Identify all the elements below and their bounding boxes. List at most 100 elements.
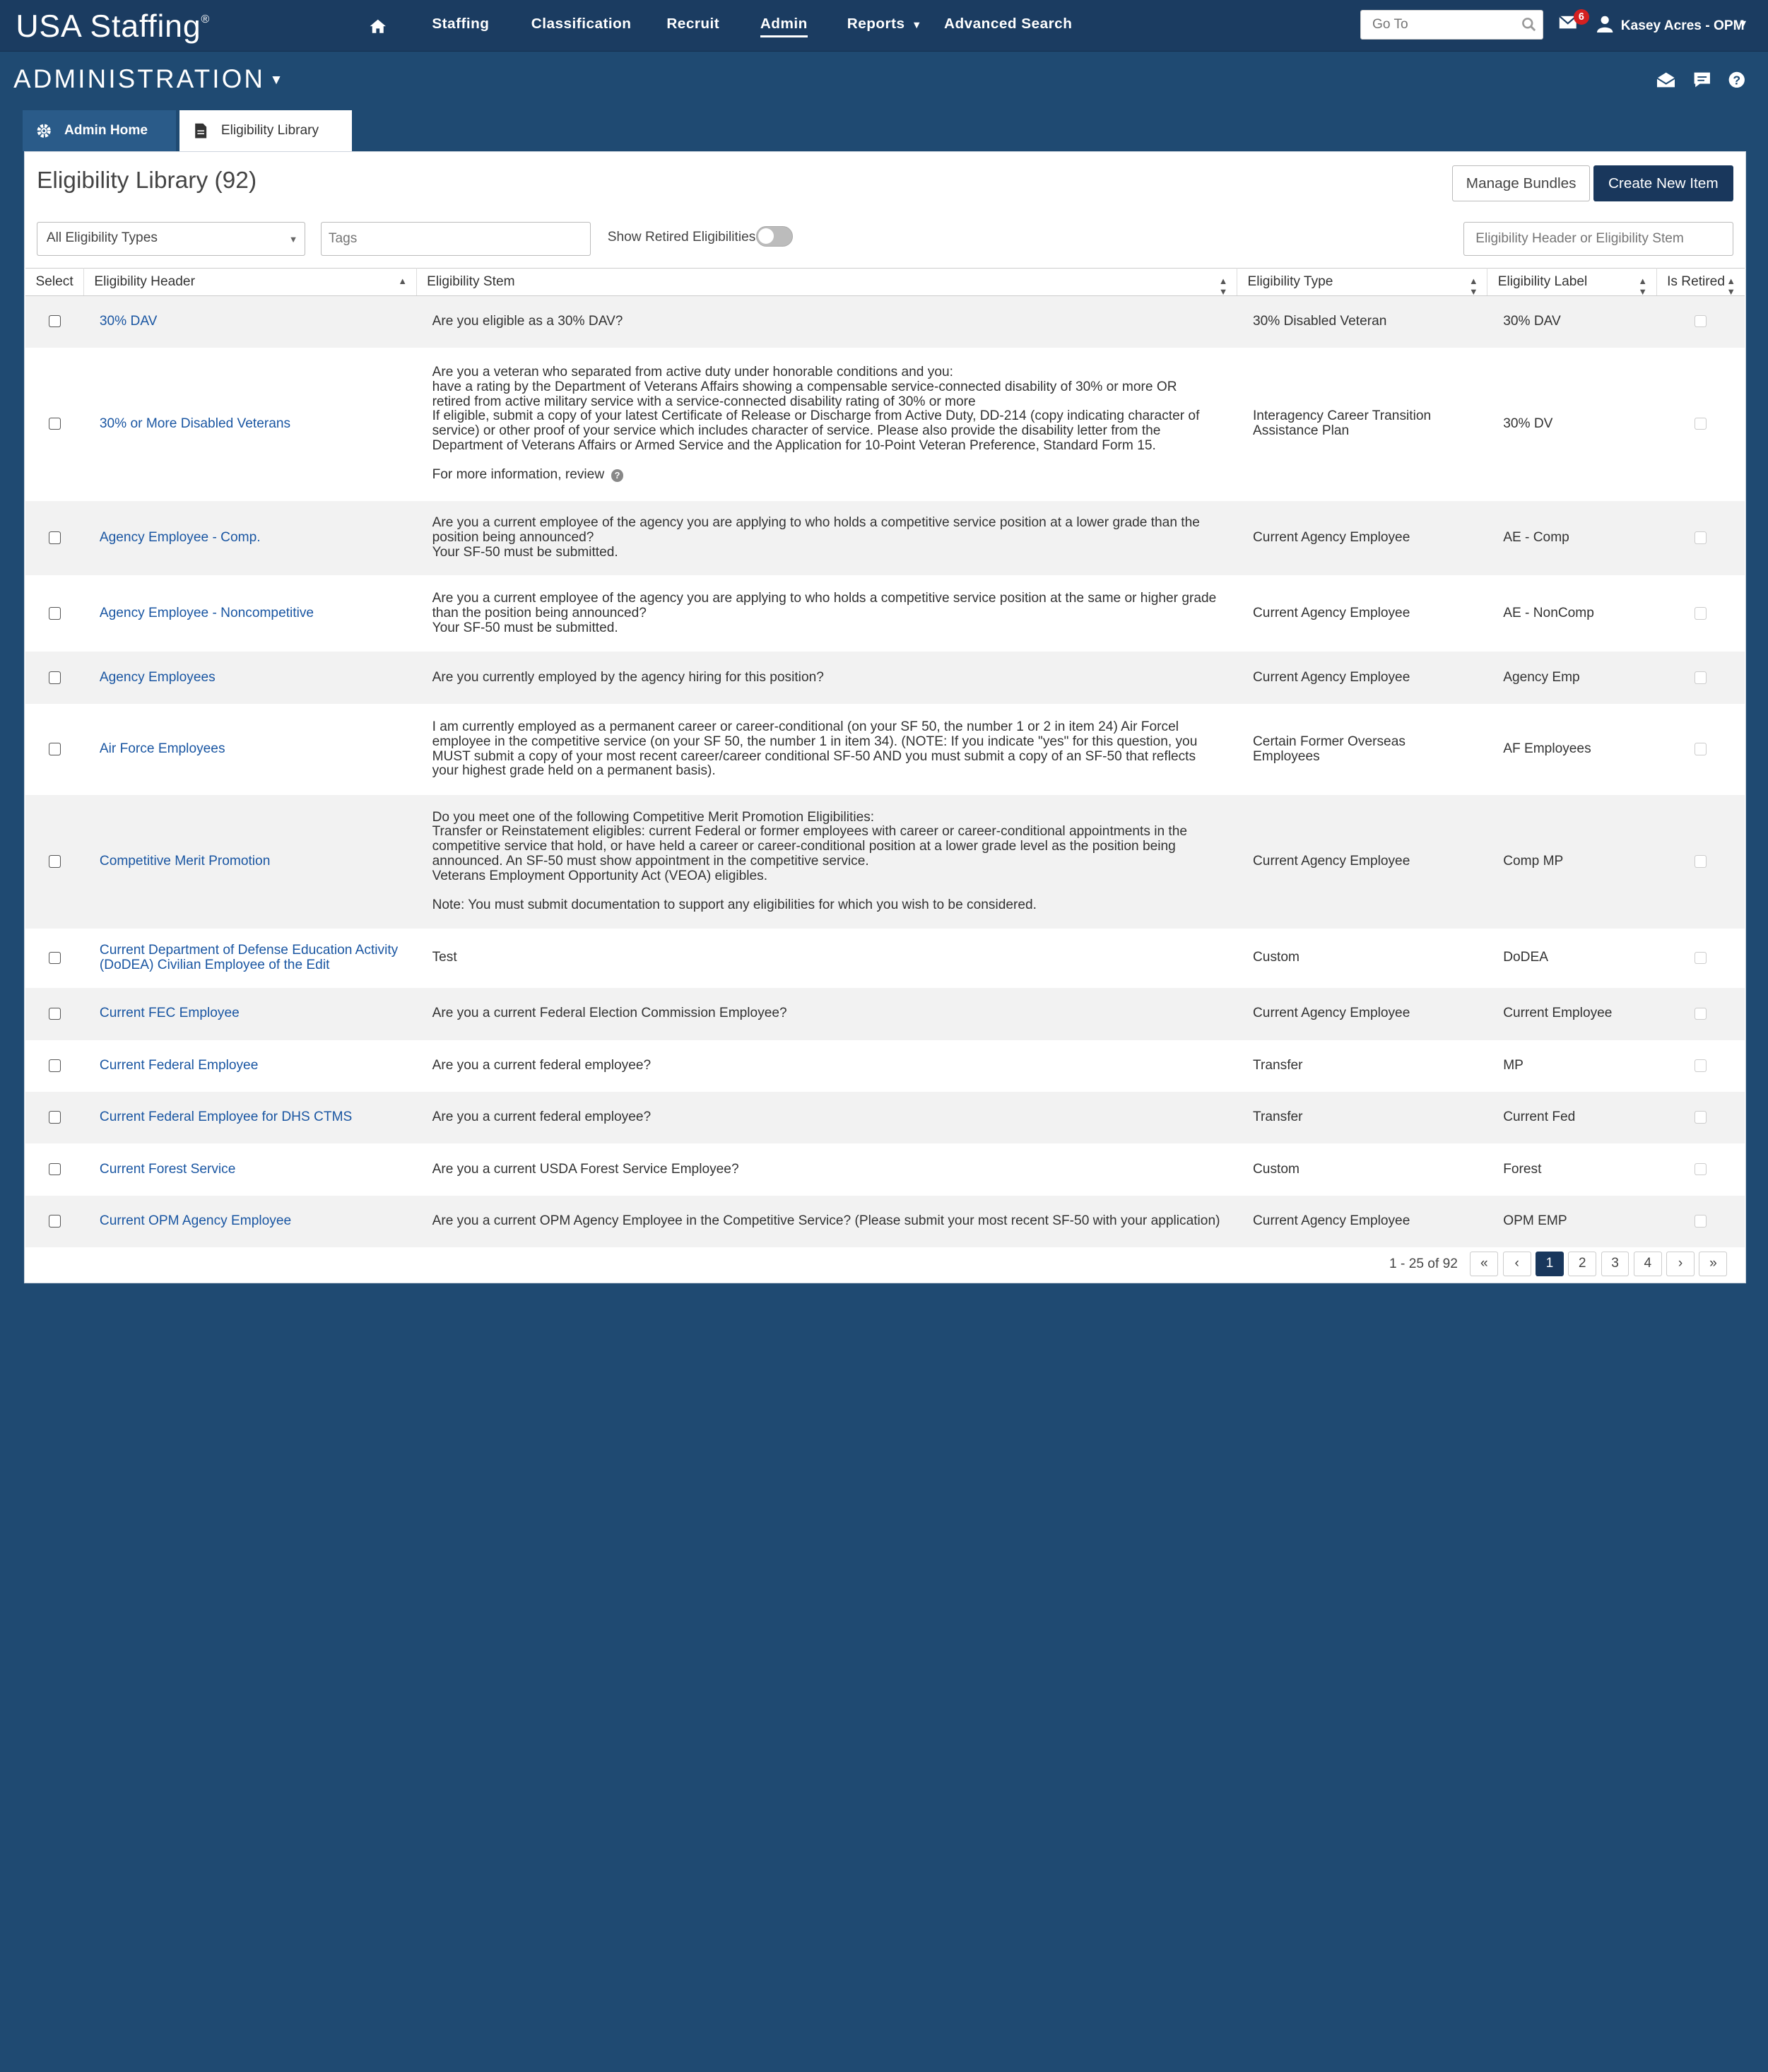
eligibility-header-link[interactable]: Current Forest Service <box>100 1162 236 1177</box>
last-page-button[interactable]: » <box>1699 1252 1728 1277</box>
table-row[interactable]: Current Forest Service Are you a current … <box>25 1143 1745 1196</box>
chevron-down-icon: ▼ <box>912 20 922 32</box>
row-select-checkbox[interactable] <box>48 1111 61 1124</box>
read-mail-icon[interactable] <box>1656 71 1675 88</box>
row-select-checkbox[interactable] <box>48 417 61 430</box>
row-select-checkbox[interactable] <box>48 743 61 755</box>
eligibility-header-link[interactable]: Current Federal Employee for DHS CTMS <box>100 1109 352 1124</box>
stem-line: Are you a current OPM Agency Employee in… <box>432 1213 1220 1229</box>
is-retired-checkbox <box>1694 1215 1707 1228</box>
previous-page-button[interactable]: ‹ <box>1502 1252 1531 1277</box>
table-row[interactable]: Current Federal Employee Are you a curren… <box>25 1040 1745 1092</box>
row-select-checkbox[interactable] <box>48 531 61 544</box>
row-select-checkbox[interactable] <box>48 606 61 620</box>
tab-eligibility-library[interactable]: Eligibility Library <box>179 110 352 151</box>
user-icon[interactable] <box>1597 16 1613 33</box>
first-page-button[interactable]: « <box>1470 1252 1499 1277</box>
table-row[interactable]: Current Federal Employee for DHS CTMS Are… <box>25 1091 1745 1144</box>
table-row[interactable]: Agency Employees Are you currently employ… <box>25 652 1745 704</box>
user-chevron-icon[interactable]: ▼ <box>1738 18 1748 30</box>
usa-staffing-logo[interactable]: USA Staffing® <box>16 9 210 45</box>
gear-icon <box>37 124 51 138</box>
eligibility-header-link[interactable]: 30% DAV <box>100 314 158 329</box>
eligibility-type-cell: Current Agency Employee <box>1237 795 1487 929</box>
help-icon[interactable]: ? <box>1728 71 1746 88</box>
table-row[interactable]: Agency Employee - Comp. Are you a current… <box>25 500 1745 575</box>
pagination: 1 - 25 of 92 « ‹ 1 2 3 4 › » <box>1150 1252 1736 1277</box>
table-row[interactable]: Current OPM Agency Employee Are you a cur… <box>25 1195 1745 1248</box>
table-row[interactable]: 30% DAV Are you eligible as a 30% DAV? 30%… <box>25 295 1745 348</box>
table-row[interactable]: Current Department of Defense Education … <box>25 928 1745 989</box>
tags-input[interactable] <box>321 221 591 256</box>
svg-text:?: ? <box>1733 73 1741 87</box>
col-eligibility-label[interactable]: Eligibility Label ▲ ▼ <box>1487 268 1657 297</box>
is-retired-cell <box>1656 795 1745 929</box>
eligibility-label-cell: Agency Emp <box>1487 652 1657 704</box>
eligibility-label-cell: Current Fed <box>1487 1091 1657 1144</box>
nav-recruit[interactable]: Recruit <box>666 16 719 33</box>
eligibility-header-link[interactable]: Agency Employee - Comp. <box>100 530 261 545</box>
eligibility-label-cell: AE - NonComp <box>1487 575 1657 652</box>
table-row[interactable]: Competitive Merit Promotion Do you meet o… <box>25 795 1745 929</box>
chat-icon[interactable] <box>1693 71 1711 88</box>
eligibility-label-cell: Current Employee <box>1487 988 1657 1040</box>
page-button[interactable]: 4 <box>1633 1252 1662 1277</box>
next-page-button[interactable]: › <box>1666 1252 1695 1277</box>
row-select-checkbox[interactable] <box>48 314 61 328</box>
eligibility-header-link[interactable]: Air Force Employees <box>100 741 225 756</box>
eligibility-header-link[interactable]: Agency Employees <box>100 670 216 685</box>
tab-admin-home[interactable]: Admin Home <box>22 110 176 151</box>
page-button[interactable]: 2 <box>1568 1252 1597 1277</box>
stem-line: Are you a current federal employee? <box>432 1109 652 1125</box>
col-eligibility-stem[interactable]: Eligibility Stem ▲ ▼ <box>416 268 1238 297</box>
row-select-checkbox[interactable] <box>48 1215 61 1228</box>
eligibility-search-input[interactable] <box>1463 221 1733 256</box>
row-select-checkbox[interactable] <box>48 855 61 868</box>
row-select-checkbox[interactable] <box>48 671 61 684</box>
search-icon[interactable] <box>1521 17 1536 32</box>
row-select-checkbox[interactable] <box>48 1059 61 1072</box>
eligibility-header-link[interactable]: Agency Employee - Noncompetitive <box>100 606 314 620</box>
eligibility-type-select[interactable]: All Eligibility Types ▼ <box>37 221 305 256</box>
select-cell <box>25 295 84 348</box>
is-retired-checkbox <box>1694 1007 1707 1020</box>
create-new-item-button[interactable]: Create New Item <box>1593 165 1733 202</box>
table-row[interactable]: Agency Employee - Noncompetitive Are you … <box>25 575 1745 652</box>
goto-input[interactable] <box>1360 10 1543 40</box>
nav-reports[interactable]: Reports ▼ <box>847 16 922 33</box>
home-icon[interactable] <box>369 18 387 34</box>
table-row[interactable]: 30% or More Disabled Veterans Are you a v… <box>25 347 1745 501</box>
page-button[interactable]: 3 <box>1601 1252 1629 1277</box>
show-retired-toggle[interactable] <box>756 226 793 247</box>
col-eligibility-type[interactable]: Eligibility Type ▲ ▼ <box>1237 268 1488 297</box>
nav-admin[interactable]: Admin <box>760 16 808 37</box>
stem-line: Are you a current Federal Election Commi… <box>432 1006 787 1021</box>
manage-bundles-button[interactable]: Manage Bundles <box>1452 165 1591 202</box>
col-eligibility-header[interactable]: Eligibility Header ▲ <box>83 268 417 296</box>
nav-advanced-search[interactable]: Advanced Search <box>944 16 1072 33</box>
table-row[interactable]: Air Force Employees I am currently employ… <box>25 703 1745 796</box>
nav-staffing[interactable]: Staffing <box>432 16 489 33</box>
table-row[interactable]: Current FEC Employee Are you a current Fe… <box>25 988 1745 1040</box>
logo-text: USA Staffing <box>16 8 201 44</box>
help-icon[interactable]: ? <box>611 469 624 482</box>
eligibility-header-link[interactable]: Current Federal Employee <box>100 1058 258 1073</box>
eligibility-header-cell: 30% or More Disabled Veterans <box>83 347 417 501</box>
eligibility-header-link[interactable]: 30% or More Disabled Veterans <box>100 416 290 431</box>
col-is-retired-label: Is Retired <box>1667 273 1725 289</box>
eligibility-header-link[interactable]: Competitive Merit Promotion <box>100 854 270 869</box>
eligibility-header-link[interactable]: Current Department of Defense Education … <box>100 943 398 972</box>
col-is-retired[interactable]: Is Retired ▲ ▼ <box>1656 268 1745 297</box>
is-retired-checkbox <box>1694 1111 1707 1124</box>
section-title[interactable]: ADMINISTRATION ▼ <box>13 64 285 94</box>
nav-classification[interactable]: Classification <box>531 16 632 33</box>
row-select-checkbox[interactable] <box>48 1162 61 1176</box>
eligibility-header-link[interactable]: Current FEC Employee <box>100 1006 240 1020</box>
eligibility-header-link[interactable]: Current OPM Agency Employee <box>100 1213 291 1228</box>
page-button[interactable]: 1 <box>1536 1252 1564 1277</box>
row-select-checkbox[interactable] <box>48 951 61 965</box>
eligibility-type-cell: Current Agency Employee <box>1237 1195 1487 1248</box>
row-select-checkbox[interactable] <box>48 1007 61 1020</box>
eligibility-stem-cell: Are you a current employee of the agency… <box>416 500 1237 575</box>
user-menu[interactable]: Kasey Acres - OPM <box>1621 18 1745 34</box>
